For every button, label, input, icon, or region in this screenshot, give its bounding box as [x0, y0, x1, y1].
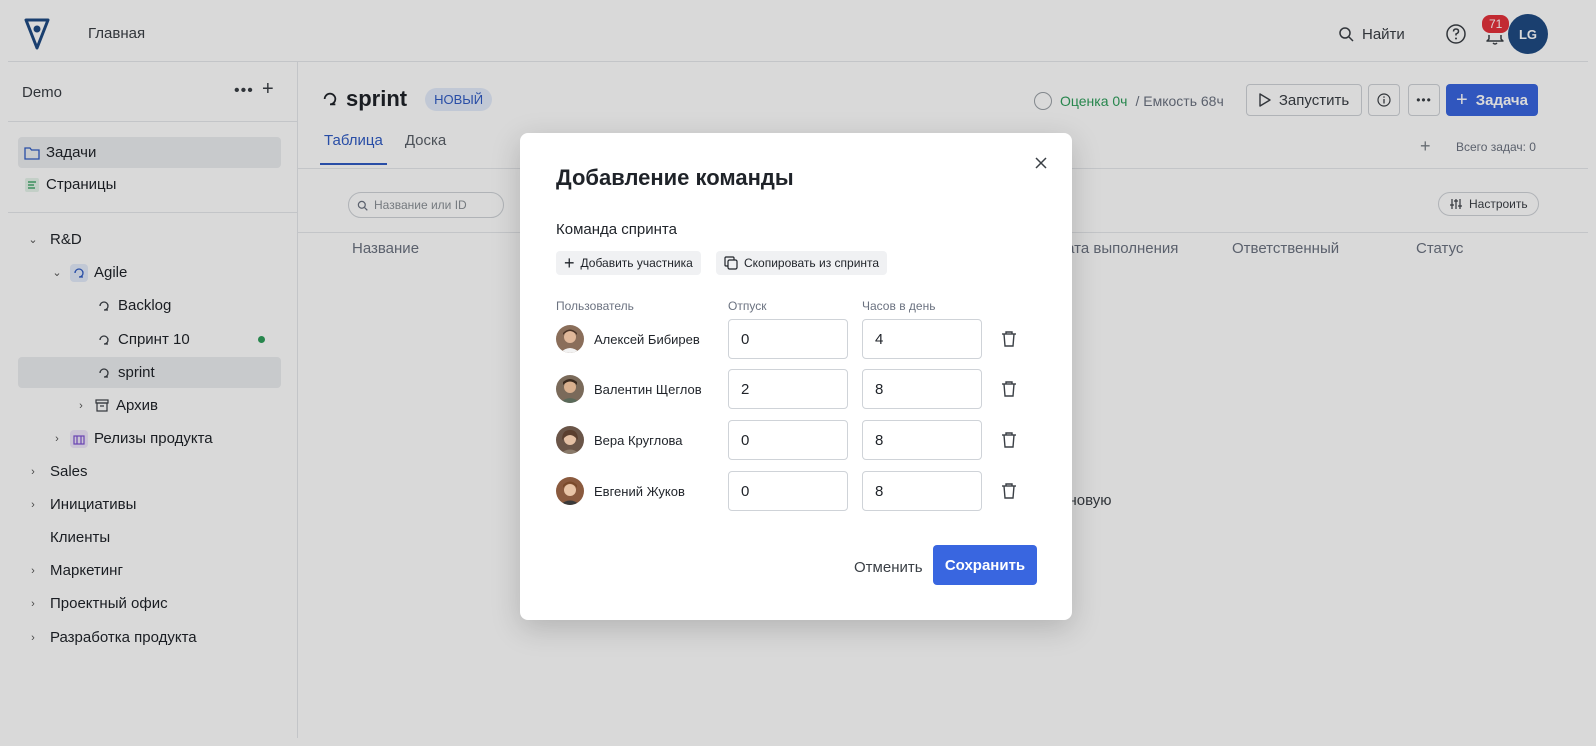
member-name: Вера Круглова — [594, 433, 683, 448]
member-name: Алексей Бибирев — [594, 332, 700, 347]
hours-per-day-input[interactable] — [862, 471, 982, 511]
member-name: Валентин Щеглов — [594, 382, 702, 397]
team-member-row: Евгений Жуков — [556, 471, 1036, 511]
vacation-input[interactable] — [728, 420, 848, 460]
vacation-input[interactable] — [728, 319, 848, 359]
copy-icon — [724, 256, 738, 270]
hours-per-day-input[interactable] — [862, 319, 982, 359]
avatar — [556, 325, 584, 353]
trash-icon[interactable] — [1000, 330, 1018, 348]
vacation-input[interactable] — [728, 471, 848, 511]
column-header-user: Пользователь — [556, 299, 634, 313]
copy-label: Скопировать из спринта — [744, 256, 880, 270]
avatar — [556, 477, 584, 505]
copy-from-sprint-button[interactable]: Скопировать из спринта — [716, 251, 888, 275]
close-icon[interactable] — [1033, 155, 1049, 171]
team-member-row: Валентин Щеглов — [556, 369, 1036, 409]
add-member-label: Добавить участника — [580, 256, 693, 270]
team-member-row: Вера Круглова — [556, 420, 1036, 460]
add-member-button[interactable]: + Добавить участника — [556, 251, 701, 275]
dialog-title: Добавление команды — [556, 165, 794, 190]
section-title: Команда спринта — [556, 221, 677, 238]
cancel-button[interactable]: Отменить — [844, 547, 933, 587]
vacation-input[interactable] — [728, 369, 848, 409]
member-name: Евгений Жуков — [594, 484, 685, 499]
column-header-vacation: Отпуск — [728, 299, 767, 313]
hours-per-day-input[interactable] — [862, 420, 982, 460]
plus-icon: + — [564, 253, 575, 273]
hours-per-day-input[interactable] — [862, 369, 982, 409]
avatar — [556, 426, 584, 454]
add-team-dialog: Добавление команды Команда спринта + Доб… — [520, 133, 1072, 620]
team-member-row: Алексей Бибирев — [556, 319, 1036, 359]
column-header-hours: Часов в день — [862, 299, 936, 313]
save-button[interactable]: Сохранить — [933, 545, 1037, 585]
trash-icon[interactable] — [1000, 482, 1018, 500]
avatar — [556, 375, 584, 403]
trash-icon[interactable] — [1000, 380, 1018, 398]
trash-icon[interactable] — [1000, 431, 1018, 449]
